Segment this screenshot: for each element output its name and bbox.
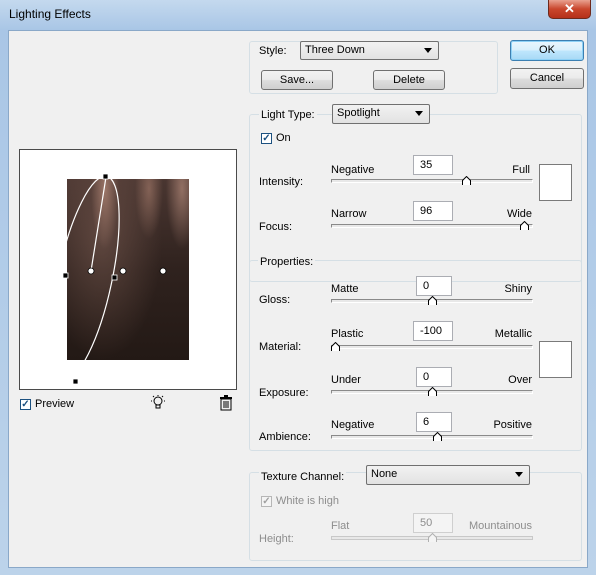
focus-left-label: Narrow <box>331 208 367 220</box>
light-center-2[interactable] <box>119 267 127 275</box>
material-right-label: Metallic <box>494 328 532 340</box>
cancel-button[interactable]: Cancel <box>510 68 584 89</box>
intensity-input[interactable]: 35 <box>413 155 453 175</box>
light-center-3[interactable] <box>159 267 167 275</box>
ambience-slider-thumb[interactable] <box>433 432 443 441</box>
focus-slider-thumb[interactable] <box>520 221 530 230</box>
delete-style-button[interactable]: Delete <box>373 70 445 90</box>
save-style-button[interactable]: Save... <box>261 70 333 90</box>
lightbulb-icon[interactable] <box>150 395 166 411</box>
exposure-input[interactable]: 0 <box>416 367 452 387</box>
texture-channel-dropdown-value: None <box>371 468 398 480</box>
gloss-input[interactable]: 0 <box>416 276 452 296</box>
texture-channel-label: Texture Channel: <box>259 471 347 483</box>
intensity-label: Intensity: <box>259 176 304 188</box>
ambience-slider[interactable] <box>331 435 533 439</box>
focus-slider[interactable] <box>331 224 533 228</box>
properties-label: Properties: <box>258 256 316 268</box>
close-icon: ✕ <box>564 1 575 16</box>
light-on-label: On <box>276 132 291 144</box>
trash-icon[interactable] <box>219 395 233 411</box>
chevron-down-icon <box>515 472 523 477</box>
gloss-right-label: Shiny <box>504 283 532 295</box>
intensity-slider-thumb[interactable] <box>462 176 472 185</box>
material-input[interactable]: -100 <box>413 321 453 341</box>
title-bar[interactable]: Lighting Effects ✕ <box>0 0 596 30</box>
light-type-label: Light Type: <box>259 109 317 121</box>
light-handle-top[interactable] <box>102 173 109 180</box>
material-slider-thumb[interactable] <box>331 342 340 351</box>
gloss-left-label: Matte <box>331 283 359 295</box>
white-is-high-label: White is high <box>276 495 339 507</box>
focus-right-label: Wide <box>506 208 532 220</box>
ambience-input[interactable]: 6 <box>416 412 452 432</box>
dialog-body: ✓ Preview Style: Three Down Save... Dele… <box>8 30 588 568</box>
ambience-right-label: Positive <box>493 419 532 431</box>
focus-input[interactable]: 96 <box>413 201 453 221</box>
exposure-slider-thumb[interactable] <box>427 387 437 396</box>
window-title: Lighting Effects <box>9 7 91 21</box>
intensity-right-label: Full <box>512 164 530 176</box>
white-is-high-checkbox[interactable]: ✓ <box>261 496 272 507</box>
light-center-1[interactable] <box>87 267 95 275</box>
style-dropdown[interactable]: Three Down <box>300 41 439 60</box>
light-type-dropdown[interactable]: Spotlight <box>332 104 430 124</box>
dialog-window: Lighting Effects ✕ ✓ Preview Style: Thre… <box>0 0 596 575</box>
light-ellipse-overlay[interactable] <box>20 150 238 391</box>
height-slider-thumb[interactable] <box>427 533 437 542</box>
light-handle-right[interactable] <box>111 274 118 281</box>
light-type-dropdown-value: Spotlight <box>337 107 380 119</box>
preview-checkbox[interactable]: ✓ <box>20 399 31 410</box>
ambience-left-label: Negative <box>331 419 375 431</box>
light-on-checkbox[interactable]: ✓ <box>261 133 272 144</box>
material-left-label: Plastic <box>331 328 364 340</box>
height-right-label: Mountainous <box>469 520 532 532</box>
light-color-swatch[interactable] <box>539 164 572 201</box>
height-label: Height: <box>259 533 294 545</box>
texture-channel-dropdown[interactable]: None <box>366 465 530 485</box>
ok-button[interactable]: OK <box>510 40 584 61</box>
chevron-down-icon <box>424 48 432 53</box>
ambient-color-swatch[interactable] <box>539 341 572 378</box>
spotlight-direction-line <box>90 176 107 272</box>
chevron-down-icon <box>415 111 423 116</box>
close-button[interactable]: ✕ <box>548 0 591 19</box>
style-label: Style: <box>259 45 287 57</box>
light-handle-left[interactable] <box>62 272 69 279</box>
gloss-slider-thumb[interactable] <box>427 296 437 305</box>
preview-label: Preview <box>35 398 75 410</box>
height-left-label: Flat <box>331 520 350 532</box>
exposure-left-label: Under <box>331 374 361 386</box>
style-dropdown-value: Three Down <box>305 44 365 56</box>
focus-label: Focus: <box>259 221 293 233</box>
intensity-slider[interactable] <box>331 179 533 183</box>
material-label: Material: <box>259 341 302 353</box>
light-preview-panel[interactable] <box>19 149 237 390</box>
ambience-label: Ambience: <box>259 431 311 443</box>
spotlight-ellipse[interactable] <box>37 171 133 386</box>
height-input[interactable]: 50 <box>413 513 453 533</box>
material-slider[interactable] <box>331 345 533 349</box>
intensity-left-label: Negative <box>331 164 375 176</box>
exposure-right-label: Over <box>508 374 532 386</box>
exposure-label: Exposure: <box>259 387 309 399</box>
gloss-label: Gloss: <box>259 294 291 306</box>
light-handle-bottom[interactable] <box>72 378 79 385</box>
